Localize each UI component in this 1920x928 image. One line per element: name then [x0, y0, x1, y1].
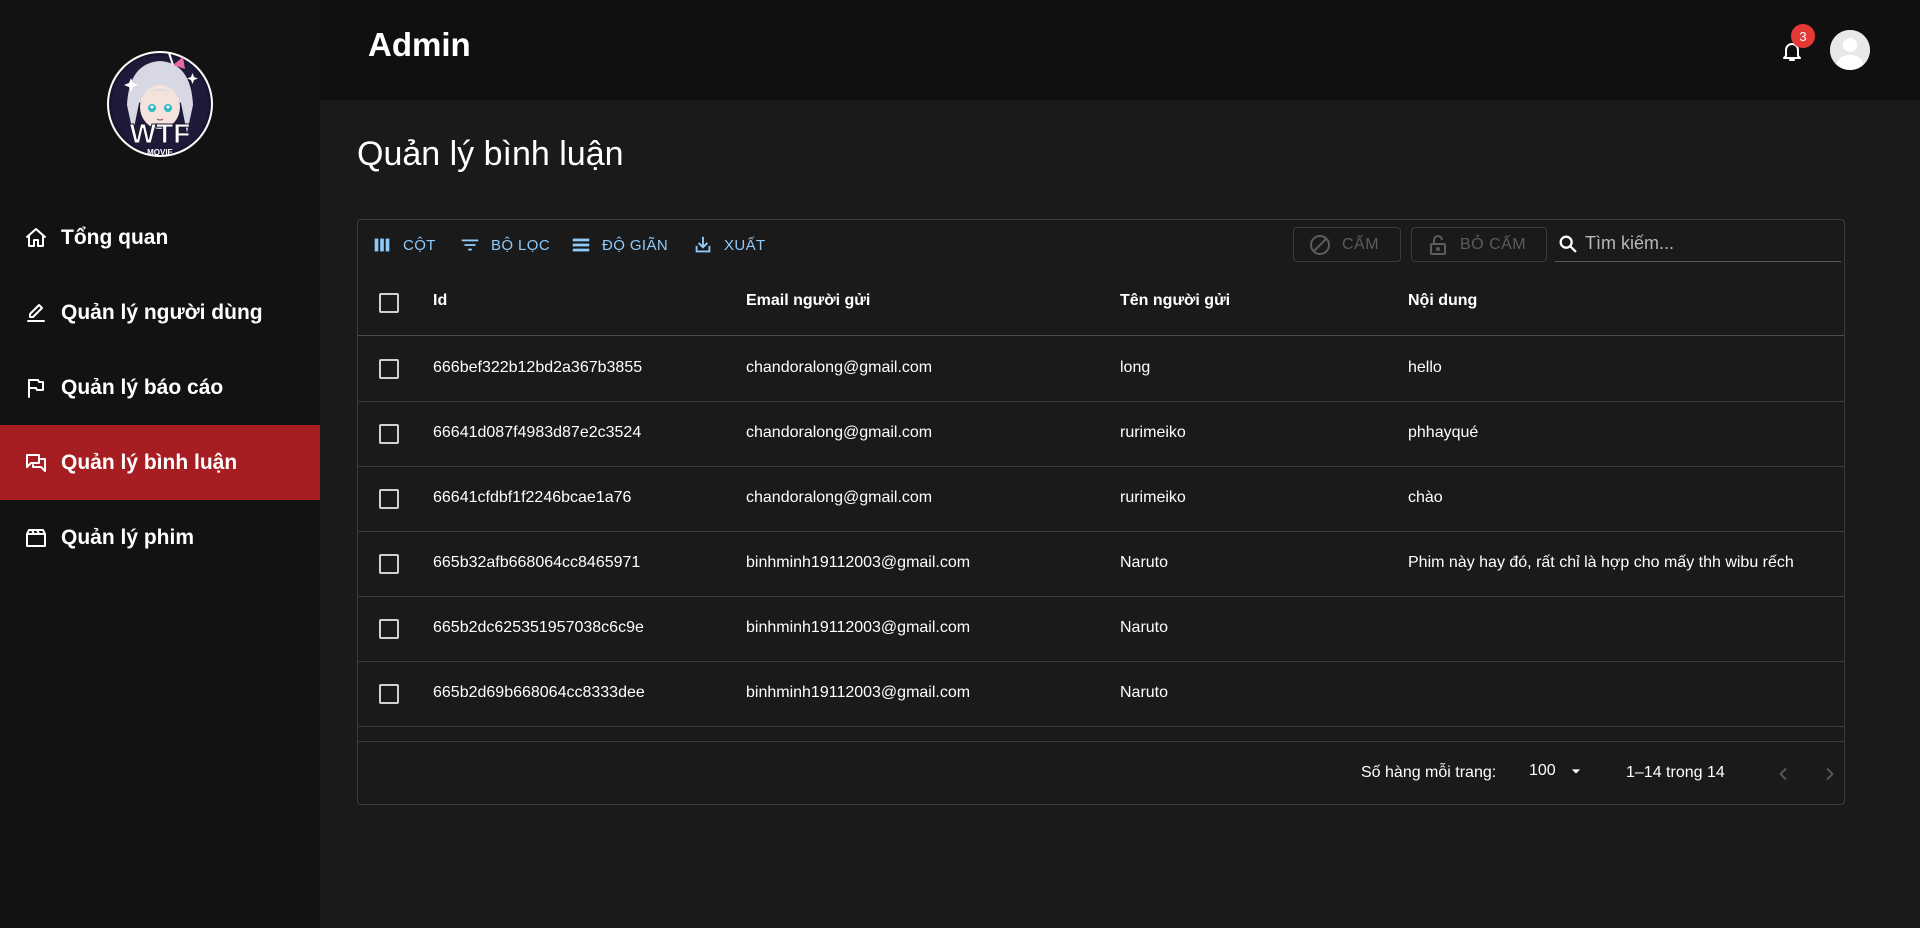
sidebar-item-label: Quản lý phim: [61, 525, 195, 549]
pagination-range: 1–14 trong 14: [1626, 764, 1725, 781]
comments-data-grid: CỘT BỘ LỌC ĐỘ GIÃN XUẤT CẤM BỎ CẤM Id: [357, 219, 1845, 805]
table-row[interactable]: 66641d087f4983d87e2c3524 chandoralong@gm…: [358, 402, 1844, 467]
filter-icon: [461, 239, 479, 251]
cell-id: 665b32afb668064cc8465971: [433, 554, 641, 571]
column-header-email[interactable]: Email người gửi: [746, 292, 870, 310]
table-row[interactable]: 665b2dc625351957038c6c9e binhminh1911200…: [358, 597, 1844, 662]
row-checkbox[interactable]: [379, 359, 399, 379]
sidebar-item-label: Tổng quan: [61, 225, 169, 249]
search-input[interactable]: [1585, 233, 1825, 254]
column-header-id[interactable]: Id: [433, 292, 447, 310]
page-title: Quản lý bình luận: [357, 135, 624, 173]
table-header: Id Email người gửi Tên người gửi Nội dun…: [358, 270, 1844, 336]
sidebar: WTF MOVIE Tổng quan Quản lý người dùng Q…: [0, 0, 320, 928]
search-icon: [1559, 235, 1577, 252]
logo-subtitle: MOVIE: [147, 148, 173, 157]
cell-email: binhminh19112003@gmail.com: [746, 554, 971, 571]
next-page-button[interactable]: [1816, 760, 1844, 788]
rows-per-page-value: 100: [1529, 762, 1556, 779]
pencil-icon: [24, 301, 48, 325]
export-button[interactable]: XUẤT: [692, 232, 766, 258]
row-checkbox[interactable]: [379, 424, 399, 444]
flag-icon: [24, 376, 48, 400]
home-icon: [24, 226, 48, 250]
density-button[interactable]: ĐỘ GIÃN: [570, 232, 668, 258]
row-checkbox[interactable]: [379, 684, 399, 704]
table-row[interactable]: 666bef322b12bd2a367b3855 chandoralong@gm…: [358, 337, 1844, 402]
columns-icon: [374, 238, 390, 252]
cell-content: phhayqué: [1408, 424, 1479, 441]
search-field[interactable]: [1555, 226, 1841, 262]
table-row[interactable]: 66641cfdbf1f2246bcae1a76 chandoralong@gm…: [358, 467, 1844, 532]
cell-id: 666bef322b12bd2a367b3855: [433, 359, 643, 376]
cell-content: chào: [1408, 489, 1443, 506]
column-header-content[interactable]: Nội dung: [1408, 292, 1477, 310]
sidebar-item-label: Quản lý bình luận: [61, 450, 238, 474]
row-checkbox[interactable]: [379, 554, 399, 574]
grid-toolbar: CỘT BỘ LỌC ĐỘ GIÃN XUẤT CẤM BỎ CẤM: [358, 220, 1844, 270]
sidebar-item-reports[interactable]: Quản lý báo cáo: [0, 350, 320, 425]
columns-button[interactable]: CỘT: [371, 232, 436, 258]
cell-name: Naruto: [1120, 619, 1169, 636]
cell-name: Naruto: [1120, 684, 1169, 701]
sidebar-item-movies[interactable]: Quản lý phim: [0, 500, 320, 575]
cell-email: binhminh19112003@gmail.com: [746, 684, 971, 701]
unlock-icon: [1430, 234, 1446, 255]
cell-name: long: [1120, 359, 1151, 376]
caret-down-icon: [1571, 769, 1580, 774]
table-row[interactable]: 665b2d69b668064cc8333dee binhminh1911200…: [358, 662, 1844, 727]
notification-badge: 3: [1791, 24, 1815, 48]
row-checkbox[interactable]: [379, 489, 399, 509]
pagination-footer: Số hàng mỗi trang: 100 1–14 trong 14: [358, 741, 1844, 804]
cell-content: Phim này hay đó, rất chỉ là hợp cho mấy …: [1408, 554, 1794, 571]
density-icon: [572, 238, 590, 252]
table-row[interactable]: 665b32afb668064cc8465971 binhminh1911200…: [358, 532, 1844, 597]
cell-id: 665b2dc625351957038c6c9e: [433, 619, 644, 636]
cell-name: rurimeiko: [1120, 424, 1186, 441]
ban-button[interactable]: CẤM: [1293, 227, 1401, 262]
density-label: ĐỘ GIÃN: [602, 236, 669, 254]
previous-page-button[interactable]: [1769, 760, 1797, 788]
cell-name: Naruto: [1120, 554, 1169, 571]
top-header: Admin 3: [320, 0, 1920, 100]
cell-email: chandoralong@gmail.com: [746, 359, 933, 376]
cell-email: chandoralong@gmail.com: [746, 489, 933, 506]
select-all-checkbox[interactable]: [379, 293, 399, 313]
cell-email: chandoralong@gmail.com: [746, 424, 933, 441]
cell-email: binhminh19112003@gmail.com: [746, 619, 971, 636]
wtf-movie-logo[interactable]: WTF MOVIE: [107, 43, 213, 161]
cell-id: 66641cfdbf1f2246bcae1a76: [433, 489, 632, 506]
rows-per-page-select[interactable]: 100: [1529, 761, 1586, 781]
logo-title: WTF: [130, 118, 191, 149]
user-avatar-icon: [1830, 30, 1870, 70]
export-label: XUẤT: [724, 236, 766, 254]
chevron-right-icon: [1826, 768, 1834, 780]
sidebar-item-label: Quản lý báo cáo: [61, 375, 224, 399]
column-header-name[interactable]: Tên người gửi: [1120, 292, 1230, 310]
sidebar-item-label: Quản lý người dùng: [61, 300, 263, 324]
columns-label: CỘT: [403, 236, 436, 254]
block-icon: [1310, 234, 1330, 255]
unban-button[interactable]: BỎ CẤM: [1411, 227, 1547, 262]
chat-icon: [24, 451, 48, 475]
filter-label: BỘ LỌC: [491, 236, 551, 254]
cell-id: 665b2d69b668064cc8333dee: [433, 684, 645, 701]
row-checkbox[interactable]: [379, 619, 399, 639]
sidebar-item-comments[interactable]: Quản lý bình luận: [0, 425, 320, 500]
sidebar-item-users[interactable]: Quản lý người dùng: [0, 275, 320, 350]
cell-name: rurimeiko: [1120, 489, 1186, 506]
sidebar-item-overview[interactable]: Tổng quan: [0, 200, 320, 275]
movie-icon: [24, 526, 48, 550]
export-icon: [695, 236, 711, 253]
cell-id: 66641d087f4983d87e2c3524: [433, 424, 642, 441]
rows-per-page-label: Số hàng mỗi trang:: [1361, 764, 1497, 781]
chevron-left-icon: [1779, 768, 1787, 780]
ban-label: CẤM: [1342, 235, 1380, 253]
header-title: Admin: [368, 26, 471, 63]
avatar[interactable]: [1830, 30, 1870, 70]
cell-content: hello: [1408, 359, 1442, 376]
filter-button[interactable]: BỘ LỌC: [459, 232, 550, 258]
unban-label: BỎ CẤM: [1460, 235, 1527, 253]
